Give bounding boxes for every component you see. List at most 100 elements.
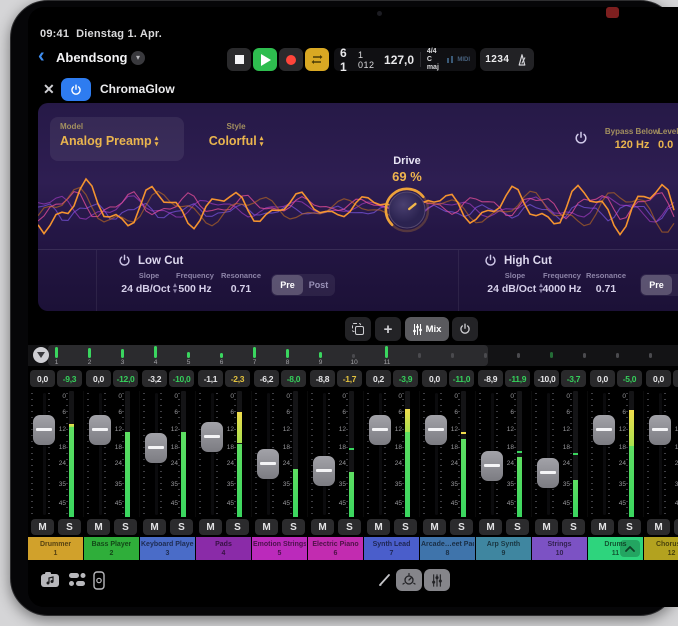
- metronome-icon[interactable]: [515, 53, 529, 67]
- solo-button[interactable]: S: [618, 519, 641, 535]
- mute-button[interactable]: M: [31, 519, 54, 535]
- lcd-display[interactable]: 6 1 1 012 127,0 4/4 C maj MIDI: [334, 48, 476, 71]
- peak-level-value[interactable]: -5,0: [617, 370, 642, 387]
- fader-track[interactable]: [659, 393, 662, 515]
- fader-handle[interactable]: [33, 415, 55, 445]
- track-name-tile[interactable]: Strings 10: [532, 537, 587, 560]
- volume-value[interactable]: -1,1: [198, 370, 223, 387]
- volume-value[interactable]: -8,9: [478, 370, 503, 387]
- track-name-tile[interactable]: Bass Player 2: [84, 537, 139, 560]
- bypass-power-icon[interactable]: [574, 131, 588, 145]
- close-plugin-icon[interactable]: ✕: [43, 81, 55, 98]
- low-cut-frequency[interactable]: Frequency 500 Hz: [167, 271, 223, 295]
- volume-value[interactable]: 0,0: [422, 370, 447, 387]
- low-cut-resonance[interactable]: Resonance 0.71: [219, 271, 263, 295]
- low-cut-pre-button[interactable]: Pre: [272, 275, 303, 295]
- fader-handle[interactable]: [481, 451, 503, 481]
- mute-button[interactable]: M: [367, 519, 390, 535]
- peak-level-value[interactable]: [673, 370, 678, 387]
- peak-level-value[interactable]: -1,7: [337, 370, 362, 387]
- drive-knob[interactable]: [383, 186, 431, 234]
- mute-button[interactable]: M: [591, 519, 614, 535]
- fader-track[interactable]: [603, 393, 606, 515]
- peak-level-value[interactable]: -11,9: [505, 370, 530, 387]
- back-chevron-icon[interactable]: ‹: [38, 45, 45, 67]
- mixer-power-button[interactable]: [452, 317, 478, 341]
- solo-button[interactable]: S: [394, 519, 417, 535]
- count-in-button[interactable]: 1234: [485, 54, 509, 65]
- volume-value[interactable]: 0,0: [590, 370, 615, 387]
- stop-button[interactable]: [227, 48, 251, 71]
- peak-level-value[interactable]: -9,3: [57, 370, 82, 387]
- pencil-icon[interactable]: [378, 573, 392, 587]
- peak-level-value[interactable]: -2,3: [225, 370, 250, 387]
- track-name-tile[interactable]: Electric Piano 6: [308, 537, 363, 560]
- mute-button[interactable]: M: [479, 519, 502, 535]
- mute-button[interactable]: M: [535, 519, 558, 535]
- mute-button[interactable]: M: [255, 519, 278, 535]
- style-stepper-icon[interactable]: ▴▾: [260, 136, 264, 148]
- track-name-tile[interactable]: Pads 4: [196, 537, 251, 560]
- mute-button[interactable]: M: [647, 519, 670, 535]
- track-name-tile[interactable]: Keyboard Player 3: [140, 537, 195, 560]
- record-button[interactable]: [279, 48, 303, 71]
- cycle-button[interactable]: [305, 48, 329, 71]
- controls-view-button[interactable]: [396, 569, 422, 591]
- solo-button[interactable]: S: [450, 519, 473, 535]
- mixer-view-button[interactable]: [424, 569, 450, 591]
- solo-button[interactable]: S: [226, 519, 249, 535]
- level-control[interactable]: Level 0.0: [658, 127, 678, 151]
- fader-track[interactable]: [547, 393, 550, 515]
- low-cut-post-button[interactable]: Post: [303, 275, 334, 295]
- play-button[interactable]: [253, 48, 277, 71]
- fader-handle[interactable]: [257, 449, 279, 479]
- solo-button[interactable]: S: [170, 519, 193, 535]
- solo-button[interactable]: S: [114, 519, 137, 535]
- project-title[interactable]: Abendsong: [56, 50, 128, 65]
- track-name-tile[interactable]: Drums 11: [588, 537, 643, 560]
- fader-handle[interactable]: [425, 415, 447, 445]
- mute-button[interactable]: M: [143, 519, 166, 535]
- volume-value[interactable]: 0,0: [86, 370, 111, 387]
- fader-track[interactable]: [323, 393, 326, 515]
- high-cut-frequency[interactable]: Frequency 4000 Hz: [534, 271, 590, 295]
- high-cut-post-button[interactable]: Post: [672, 275, 678, 295]
- fader-handle[interactable]: [89, 415, 111, 445]
- fader-track[interactable]: [99, 393, 102, 515]
- loops-library-icon[interactable]: [68, 571, 86, 588]
- fader-track[interactable]: [379, 393, 382, 515]
- fader-handle[interactable]: [649, 415, 671, 445]
- filter-icon[interactable]: [33, 347, 49, 363]
- low-cut-power-icon[interactable]: [118, 254, 131, 267]
- solo-button[interactable]: S: [58, 519, 81, 535]
- overview-visible-window[interactable]: [48, 345, 488, 366]
- mute-button[interactable]: M: [87, 519, 110, 535]
- solo-button[interactable]: S: [562, 519, 585, 535]
- fader-track[interactable]: [211, 393, 214, 515]
- track-name-tile[interactable]: Synth Lead 7: [364, 537, 419, 560]
- mix-view-button[interactable]: Mix: [405, 317, 449, 341]
- mute-button[interactable]: M: [423, 519, 446, 535]
- fader-handle[interactable]: [369, 415, 391, 445]
- track-name-tile[interactable]: Arcade…eet Pad 8: [420, 537, 475, 560]
- drive-control[interactable]: Drive 69 %: [343, 155, 471, 239]
- model-selector[interactable]: Model Analog Preamp▴▾: [50, 117, 184, 161]
- track-name-tile[interactable]: Arp Synth 9: [476, 537, 531, 560]
- track-overview-strip[interactable]: 1234567891011: [28, 345, 678, 366]
- channel-strip-icon[interactable]: [92, 571, 106, 590]
- solo-button[interactable]: S: [338, 519, 361, 535]
- project-dropdown-icon[interactable]: ▾: [131, 51, 145, 65]
- solo-button[interactable]: S: [506, 519, 529, 535]
- high-cut-pre-button[interactable]: Pre: [641, 275, 672, 295]
- high-cut-power-icon[interactable]: [484, 254, 497, 267]
- volume-value[interactable]: 0,2: [366, 370, 391, 387]
- style-selector[interactable]: Style Colorful▴▾: [188, 122, 284, 148]
- volume-value[interactable]: -3,2: [142, 370, 167, 387]
- peak-level-value[interactable]: -3,7: [561, 370, 586, 387]
- peak-level-value[interactable]: -11,0: [449, 370, 474, 387]
- mute-button[interactable]: M: [199, 519, 222, 535]
- collapse-track-button[interactable]: [620, 540, 640, 557]
- fader-handle[interactable]: [593, 415, 615, 445]
- browser-icon[interactable]: [40, 571, 60, 588]
- volume-value[interactable]: 0,0: [646, 370, 671, 387]
